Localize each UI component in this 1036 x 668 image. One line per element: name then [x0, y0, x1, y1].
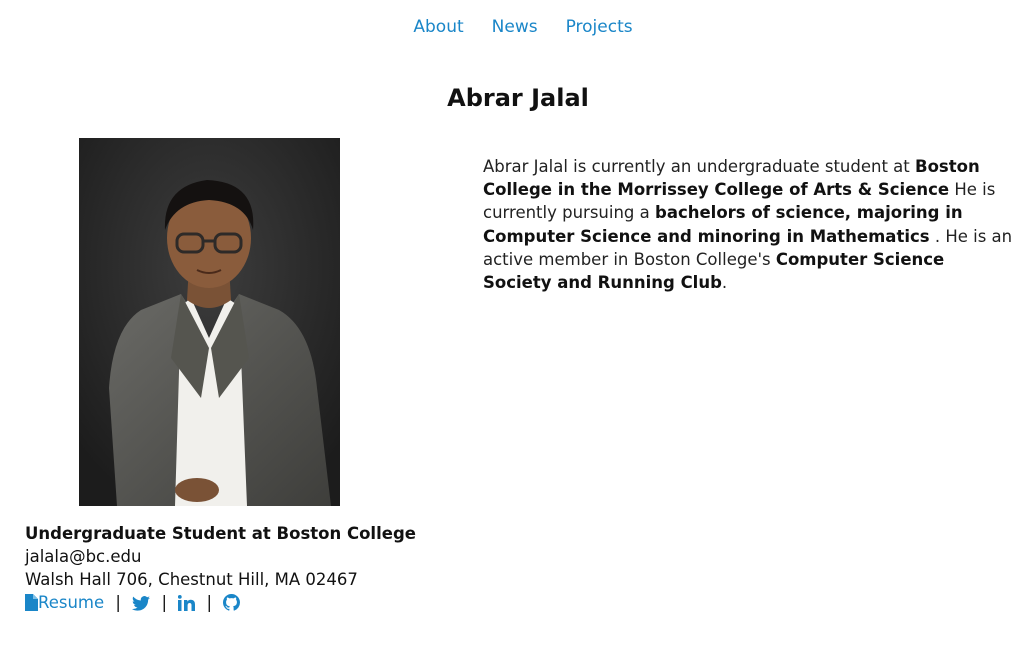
profile-email: jalala@bc.edu: [25, 547, 142, 566]
nav-projects-link[interactable]: Projects: [566, 17, 633, 37]
profile-photo: [79, 138, 340, 506]
bio-paragraph: Abrar Jalal is currently an undergraduat…: [483, 155, 1013, 294]
bio-text-1: Abrar Jalal is currently an undergraduat…: [483, 157, 915, 176]
bio-text-4: .: [721, 273, 728, 293]
nav-news-link[interactable]: News: [492, 17, 538, 37]
top-nav: About News Projects: [0, 17, 1036, 37]
resume-label: Resume: [38, 593, 105, 612]
link-separator: |: [115, 593, 121, 612]
profile-info: Undergraduate Student at Boston College …: [25, 522, 416, 617]
link-separator: |: [206, 593, 213, 612]
nav-about-link[interactable]: About: [413, 17, 463, 37]
profile-address: Walsh Hall 706, Chestnut Hill, MA 02467: [25, 570, 358, 589]
github-link[interactable]: [223, 593, 241, 612]
resume-link[interactable]: Resume: [25, 593, 109, 612]
profile-role: Undergraduate Student at Boston College: [25, 524, 416, 543]
file-icon: [25, 594, 38, 617]
github-icon: [223, 594, 241, 617]
linkedin-icon: [178, 594, 196, 617]
link-separator: |: [161, 593, 168, 612]
twitter-link[interactable]: [132, 593, 155, 612]
twitter-icon: [132, 594, 151, 617]
page-title: Abrar Jalal: [447, 84, 589, 112]
profile-links: Resume | | |: [25, 591, 416, 617]
linkedin-link[interactable]: [178, 593, 200, 612]
